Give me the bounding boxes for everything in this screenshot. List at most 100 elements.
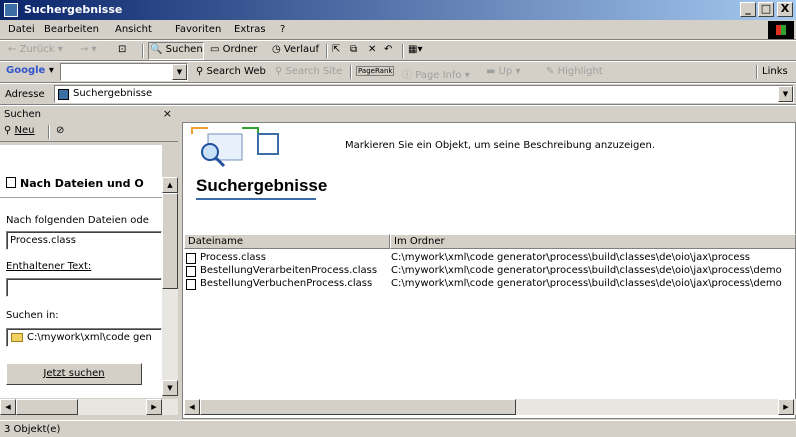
look-in-select[interactable]: C:\mywork\xml\code gen <box>6 328 162 347</box>
close-icon[interactable]: × <box>163 107 172 120</box>
search-site-button[interactable]: ⚲ Search Site <box>275 66 342 77</box>
back-arrow-icon: ← <box>8 44 17 55</box>
search-icon: 🔍 <box>150 44 163 55</box>
address-value: Suchergebnisse <box>73 88 153 99</box>
menu-datei[interactable]: Datei <box>8 24 35 35</box>
search-banner-icon <box>191 127 279 168</box>
search-pane-hscrollbar[interactable]: ◀ ▶ <box>0 399 178 415</box>
address-label: Adresse <box>5 89 45 100</box>
pagerank-indicator: PageRank <box>356 66 395 76</box>
class-file-icon <box>186 266 196 277</box>
copy-to-icon: ⧉ <box>350 44 358 55</box>
undo-button[interactable]: ↶ <box>384 44 392 55</box>
views-button[interactable]: ▦▾ <box>408 44 422 55</box>
history-icon: ◷ <box>272 44 281 55</box>
folder-tree-icon: ▭ <box>210 44 220 55</box>
menu-help[interactable]: ? <box>280 24 285 35</box>
binoculars-icon: ⚲ <box>196 66 204 77</box>
search-results-icon <box>58 89 69 100</box>
menu-bearbeiten[interactable]: Bearbeiten <box>44 24 99 35</box>
history-button[interactable]: ◷ Verlauf <box>272 44 319 55</box>
scroll-thumb[interactable] <box>162 193 178 289</box>
search-heading: Nach Dateien und O <box>20 177 144 190</box>
copy-to-button[interactable]: ⧉ <box>350 44 357 55</box>
move-to-icon: ⇱ <box>332 44 341 55</box>
scroll-thumb[interactable] <box>200 399 516 415</box>
chevron-down-icon[interactable]: ▼ <box>172 64 187 80</box>
standard-toolbar: ← Zurück ▾ → ▾ ⊡ 🔍 Suchen ▭ Ordner ◷ Ver… <box>0 41 796 61</box>
search-pane-title: Suchen <box>4 109 42 120</box>
description-message: Markieren Sie ein Objekt, um seine Besch… <box>345 140 656 151</box>
menu-bar: Datei Bearbeiten Ansicht Favoriten Extra… <box>0 20 796 40</box>
delete-button[interactable]: ✕ <box>368 44 376 55</box>
folders-button[interactable]: ▭ Ordner <box>210 44 257 55</box>
search-site-icon: ⚲ <box>275 66 283 77</box>
results-title: Suchergebnisse <box>196 176 328 195</box>
look-in-value: C:\mywork\xml\code gen <box>27 332 152 343</box>
look-in-label: Suchen in: <box>6 310 59 321</box>
up-folder-button[interactable]: ⊡ <box>118 44 126 55</box>
search-toggle-button[interactable]: 🔍 Suchen <box>150 44 203 55</box>
undo-icon: ↶ <box>384 44 393 55</box>
files-label: Nach folgenden Dateien ode <box>6 215 149 226</box>
folder-icon <box>11 333 23 342</box>
windows-logo-icon <box>768 21 794 39</box>
maximize-button[interactable]: □ <box>758 2 774 17</box>
scroll-up-button[interactable]: ▲ <box>162 177 178 193</box>
chevron-down-icon: ▾ <box>57 44 63 55</box>
scroll-right-button[interactable]: ▶ <box>778 399 794 415</box>
toolbar-separator <box>756 65 758 79</box>
search-web-button[interactable]: ⚲ Search Web <box>196 66 266 77</box>
search-assistant-icon <box>6 177 16 188</box>
up-button[interactable]: ▬ Up ▾ <box>486 66 521 77</box>
scroll-left-button[interactable]: ◀ <box>184 399 200 415</box>
info-icon: ⓘ <box>402 70 412 81</box>
class-file-icon <box>186 253 196 264</box>
results-hscrollbar[interactable]: ◀ ▶ <box>184 399 796 415</box>
close-button[interactable]: X <box>777 2 793 17</box>
search-options-button[interactable]: ⊘ <box>56 125 64 136</box>
status-text: 3 Objekt(e) <box>4 424 61 435</box>
toolbar-separator <box>142 44 144 58</box>
toolbar-separator <box>350 65 352 79</box>
menu-favoriten[interactable]: Favoriten <box>175 24 221 35</box>
chevron-down-icon: ▾ <box>48 65 54 76</box>
new-search-button[interactable]: ⚲ Neu <box>4 125 35 136</box>
page-info-button[interactable]: ⓘ Page Info ▾ <box>402 66 470 81</box>
scroll-down-button[interactable]: ▼ <box>162 380 178 396</box>
highlighter-icon: ✎ <box>546 66 555 77</box>
minimize-button[interactable]: _ <box>740 2 756 17</box>
class-file-icon <box>186 279 196 290</box>
highlight-button[interactable]: ✎ Highlight <box>546 66 603 77</box>
scroll-thumb[interactable] <box>16 399 78 415</box>
scroll-left-button[interactable]: ◀ <box>0 399 16 415</box>
search-pane-header: Suchen × <box>0 106 178 122</box>
delete-icon: ✕ <box>368 44 377 55</box>
links-button[interactable]: Links <box>762 66 788 77</box>
folder-up-icon: ▬ <box>486 66 496 77</box>
google-menu-button[interactable]: Google ▾ <box>6 65 54 76</box>
search-pane-vscrollbar[interactable]: ▲ ▼ <box>162 177 178 396</box>
search-options-icon: ⊘ <box>56 125 65 136</box>
menu-extras[interactable]: Extras <box>234 24 266 35</box>
address-input[interactable]: Suchergebnisse ▼ <box>54 85 794 103</box>
scroll-right-button[interactable]: ▶ <box>146 399 162 415</box>
back-button[interactable]: ← Zurück ▾ <box>8 44 63 55</box>
google-toolbar: Google ▾ ▼ ⚲ Search Web ⚲ Search Site Pa… <box>0 62 796 83</box>
search-now-button[interactable]: Jetzt suchen <box>6 363 142 385</box>
title-bar: Suchergebnisse _ □ X <box>0 0 796 20</box>
contained-text-label: Enthaltener Text: <box>6 261 92 272</box>
menu-ansicht[interactable]: Ansicht <box>115 24 152 35</box>
contained-text-input[interactable] <box>6 278 162 297</box>
divider <box>0 197 162 198</box>
views-icon: ▦▾ <box>408 44 423 55</box>
column-header-filename[interactable]: Dateiname <box>184 234 390 249</box>
chevron-down-icon[interactable]: ▼ <box>778 86 793 102</box>
google-search-input[interactable]: ▼ <box>60 63 188 81</box>
move-to-button[interactable]: ⇱ <box>332 44 340 55</box>
search-pane-content: Nach Dateien und O Nach folgenden Dateie… <box>0 145 162 398</box>
column-header-folder[interactable]: Im Ordner <box>390 234 796 249</box>
window-icon[interactable] <box>4 3 18 17</box>
filename-input[interactable]: Process.class <box>6 231 162 250</box>
forward-button[interactable]: → ▾ <box>80 44 97 55</box>
